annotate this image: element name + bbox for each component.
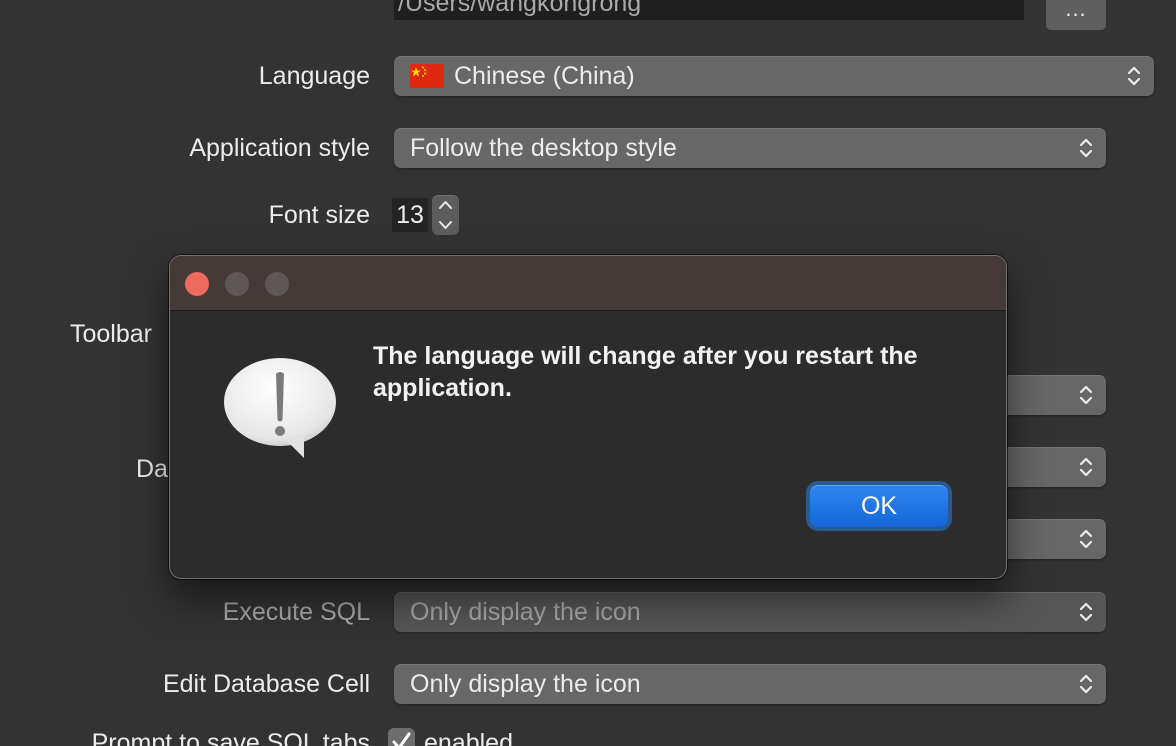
edit-database-cell-popup[interactable]: Only display the icon — [394, 664, 1106, 704]
china-flag-icon — [410, 64, 444, 88]
up-down-chevron-icon — [1079, 457, 1093, 477]
up-down-chevron-icon — [1079, 138, 1093, 158]
stepper-down-icon[interactable] — [432, 215, 459, 235]
up-down-chevron-icon — [1079, 602, 1093, 622]
directory-path-field[interactable]: /Users/wangkongrong — [394, 0, 1024, 20]
dialog-message: The language will change after you resta… — [373, 342, 918, 402]
minimize-window-icon[interactable] — [225, 272, 249, 296]
checkmark-icon — [392, 732, 411, 746]
partial-row-label: Da — [136, 455, 168, 483]
language-label: Language — [258, 62, 370, 90]
close-window-icon[interactable] — [185, 272, 209, 296]
preferences-window: /Users/wangkongrong ... Language Chinese… — [0, 0, 1176, 746]
up-down-chevron-icon — [1127, 66, 1141, 86]
prompt-save-sql-tabs-checkbox[interactable] — [388, 728, 415, 746]
browse-button[interactable]: ... — [1046, 0, 1106, 30]
up-down-chevron-icon — [1079, 529, 1093, 549]
execute-sql-value: Only display the icon — [410, 597, 641, 626]
prompt-save-sql-tabs-label: Prompt to save SQL tabs — [91, 729, 370, 746]
stepper-up-icon[interactable] — [432, 195, 459, 215]
up-down-chevron-icon — [1079, 674, 1093, 694]
alert-dialog: The language will change after you resta… — [169, 255, 1007, 579]
font-size-stepper[interactable] — [432, 195, 459, 235]
up-down-chevron-icon — [1079, 385, 1093, 405]
toolbar-section-label: Toolbar — [70, 320, 152, 348]
dialog-titlebar — [170, 256, 1006, 311]
application-style-label: Application style — [189, 134, 370, 162]
alert-caution-icon — [224, 358, 336, 458]
edit-database-cell-value: Only display the icon — [410, 669, 641, 698]
font-size-label: Font size — [268, 201, 370, 229]
application-style-value: Follow the desktop style — [410, 133, 677, 162]
directory-path-value: /Users/wangkongrong — [398, 0, 642, 17]
zoom-window-icon[interactable] — [265, 272, 289, 296]
execute-sql-label: Execute SQL — [222, 598, 370, 626]
ok-button[interactable]: OK — [810, 485, 948, 527]
application-style-popup[interactable]: Follow the desktop style — [394, 128, 1106, 168]
execute-sql-popup[interactable]: Only display the icon — [394, 592, 1106, 632]
font-size-field[interactable]: 13 — [392, 198, 428, 232]
language-popup[interactable]: Chinese (China) — [394, 56, 1154, 96]
language-value: Chinese (China) — [454, 61, 635, 90]
edit-database-cell-label: Edit Database Cell — [162, 670, 370, 698]
prompt-save-sql-tabs-checkbox-label: enabled — [424, 729, 513, 746]
